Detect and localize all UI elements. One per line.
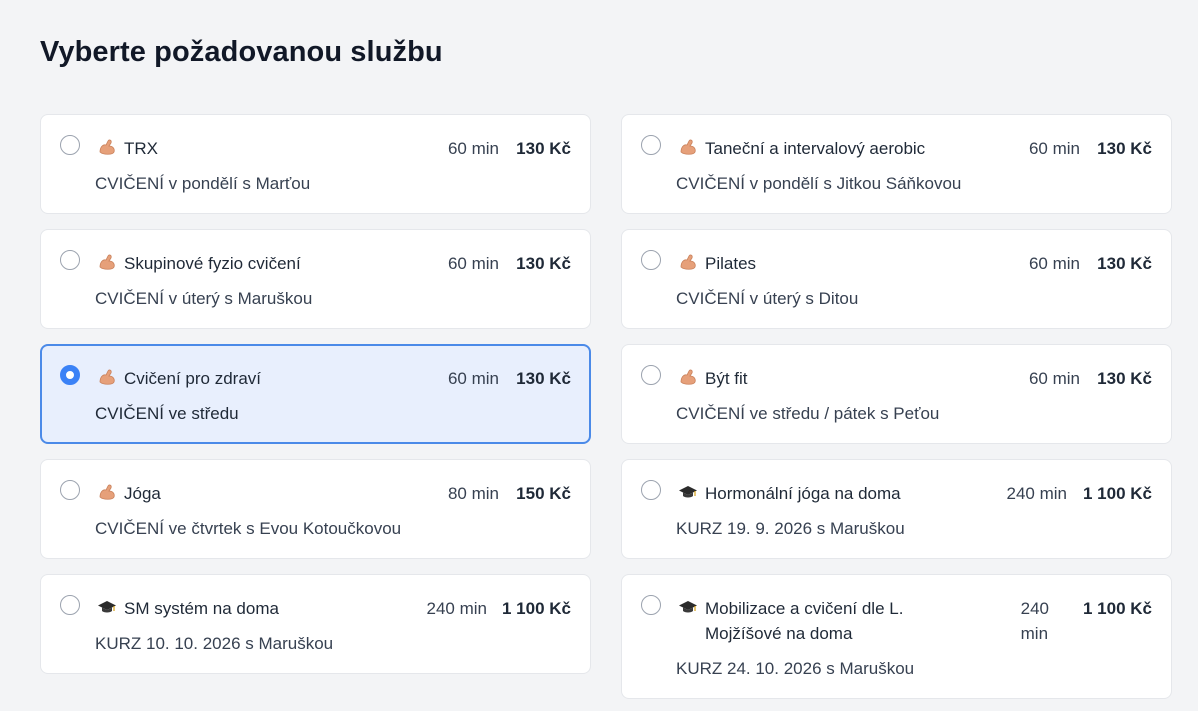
service-duration: 240 min	[1021, 596, 1049, 646]
service-description: CVIČENÍ ve středu / pátek s Peťou	[676, 404, 940, 423]
service-price: 130 Kč	[1097, 139, 1152, 158]
service-card-aerobic[interactable]: Taneční a intervalový aerobic 60 min 130…	[621, 114, 1172, 214]
flexed-biceps-icon	[96, 481, 118, 503]
service-price: 1 100 Kč	[502, 599, 571, 618]
flexed-biceps-icon	[96, 251, 118, 273]
service-description: KURZ 10. 10. 2026 s Maruškou	[95, 634, 334, 653]
radio-button[interactable]	[60, 480, 80, 500]
service-name: Taneční a intervalový aerobic	[705, 139, 926, 158]
radio-button[interactable]	[641, 250, 661, 270]
service-name: Mobilizace a cvičení dle L. Mojžíšové na…	[705, 596, 985, 646]
service-card-trx[interactable]: TRX 60 min 130 Kč CVIČENÍ v pondělí s Ma…	[40, 114, 591, 214]
service-description: CVIČENÍ v pondělí s Jitkou Sáňkovou	[676, 174, 962, 193]
radio-button[interactable]	[60, 250, 80, 270]
service-price: 130 Kč	[1097, 369, 1152, 388]
service-card-mobilizace[interactable]: Mobilizace a cvičení dle L. Mojžíšové na…	[621, 574, 1172, 699]
service-duration-line2: min	[1020, 624, 1049, 643]
service-duration: 60 min	[1028, 139, 1080, 158]
service-description: CVIČENÍ v pondělí s Marťou	[95, 174, 311, 193]
service-price: 130 Kč	[1097, 254, 1152, 273]
radio-button[interactable]	[641, 365, 661, 385]
service-name: Jóga	[124, 484, 161, 503]
service-duration: 240 min	[426, 599, 487, 618]
radio-button[interactable]	[641, 135, 661, 155]
service-price: 130 Kč	[516, 369, 571, 388]
service-name: Být fit	[705, 369, 748, 388]
service-description: CVIČENÍ ve čtvrtek s Evou Kotoučkovou	[95, 519, 402, 538]
service-description: CVIČENÍ ve středu	[95, 404, 239, 423]
radio-button[interactable]	[60, 595, 80, 615]
radio-button[interactable]	[641, 595, 661, 615]
service-card-cviceni-pro-zdravi[interactable]: Cvičení pro zdraví 60 min 130 Kč CVIČENÍ…	[40, 344, 591, 444]
service-duration: 60 min	[447, 139, 499, 158]
service-price: 1 100 Kč	[1083, 599, 1152, 618]
service-duration: 60 min	[1028, 254, 1080, 273]
service-name: Cvičení pro zdraví	[124, 369, 261, 388]
service-name: Hormonální jóga na doma	[705, 484, 901, 503]
flexed-biceps-icon	[96, 136, 118, 158]
graduation-cap-icon	[96, 596, 118, 618]
service-duration: 80 min	[447, 484, 499, 503]
service-duration: 60 min	[447, 254, 499, 273]
service-price: 130 Kč	[516, 139, 571, 158]
service-duration: 60 min	[447, 369, 499, 388]
service-card-sm-system[interactable]: SM systém na doma 240 min 1 100 Kč KURZ …	[40, 574, 591, 674]
graduation-cap-icon	[677, 481, 699, 503]
service-name-line1: Mobilizace a cvičení dle L.	[705, 599, 904, 618]
service-name: Skupinové fyzio cvičení	[124, 254, 301, 273]
flexed-biceps-icon	[677, 251, 699, 273]
service-duration-line1: 240	[1020, 599, 1049, 618]
service-duration: 240 min	[1006, 484, 1067, 503]
service-price: 150 Kč	[516, 484, 571, 503]
service-card-fyzio[interactable]: Skupinové fyzio cvičení 60 min 130 Kč CV…	[40, 229, 591, 329]
service-name: SM systém na doma	[124, 599, 279, 618]
flexed-biceps-icon	[677, 366, 699, 388]
service-name: Pilates	[705, 254, 757, 273]
service-description: CVIČENÍ v úterý s Maruškou	[95, 289, 313, 308]
service-description: KURZ 19. 9. 2026 s Maruškou	[676, 519, 905, 538]
service-description: KURZ 24. 10. 2026 s Maruškou	[676, 659, 915, 678]
flexed-biceps-icon	[677, 136, 699, 158]
radio-button[interactable]	[641, 480, 661, 500]
service-card-hormonalni-joga[interactable]: Hormonální jóga na doma 240 min 1 100 Kč…	[621, 459, 1172, 559]
service-name: TRX	[124, 139, 158, 158]
service-description: CVIČENÍ v úterý s Ditou	[676, 289, 859, 308]
service-card-byt-fit[interactable]: Být fit 60 min 130 Kč CVIČENÍ ve středu …	[621, 344, 1172, 444]
service-duration: 60 min	[1028, 369, 1080, 388]
service-card-joga[interactable]: Jóga 80 min 150 Kč CVIČENÍ ve čtvrtek s …	[40, 459, 591, 559]
service-price: 1 100 Kč	[1083, 484, 1152, 503]
flexed-biceps-icon	[96, 366, 118, 388]
service-card-pilates[interactable]: Pilates 60 min 130 Kč CVIČENÍ v úterý s …	[621, 229, 1172, 329]
radio-button-selected[interactable]	[60, 365, 80, 385]
service-price: 130 Kč	[516, 254, 571, 273]
page-title: Vyberte požadovanou službu	[40, 36, 443, 68]
service-name-line2: Mojžíšové na doma	[705, 624, 853, 643]
graduation-cap-icon	[677, 596, 699, 618]
radio-button[interactable]	[60, 135, 80, 155]
